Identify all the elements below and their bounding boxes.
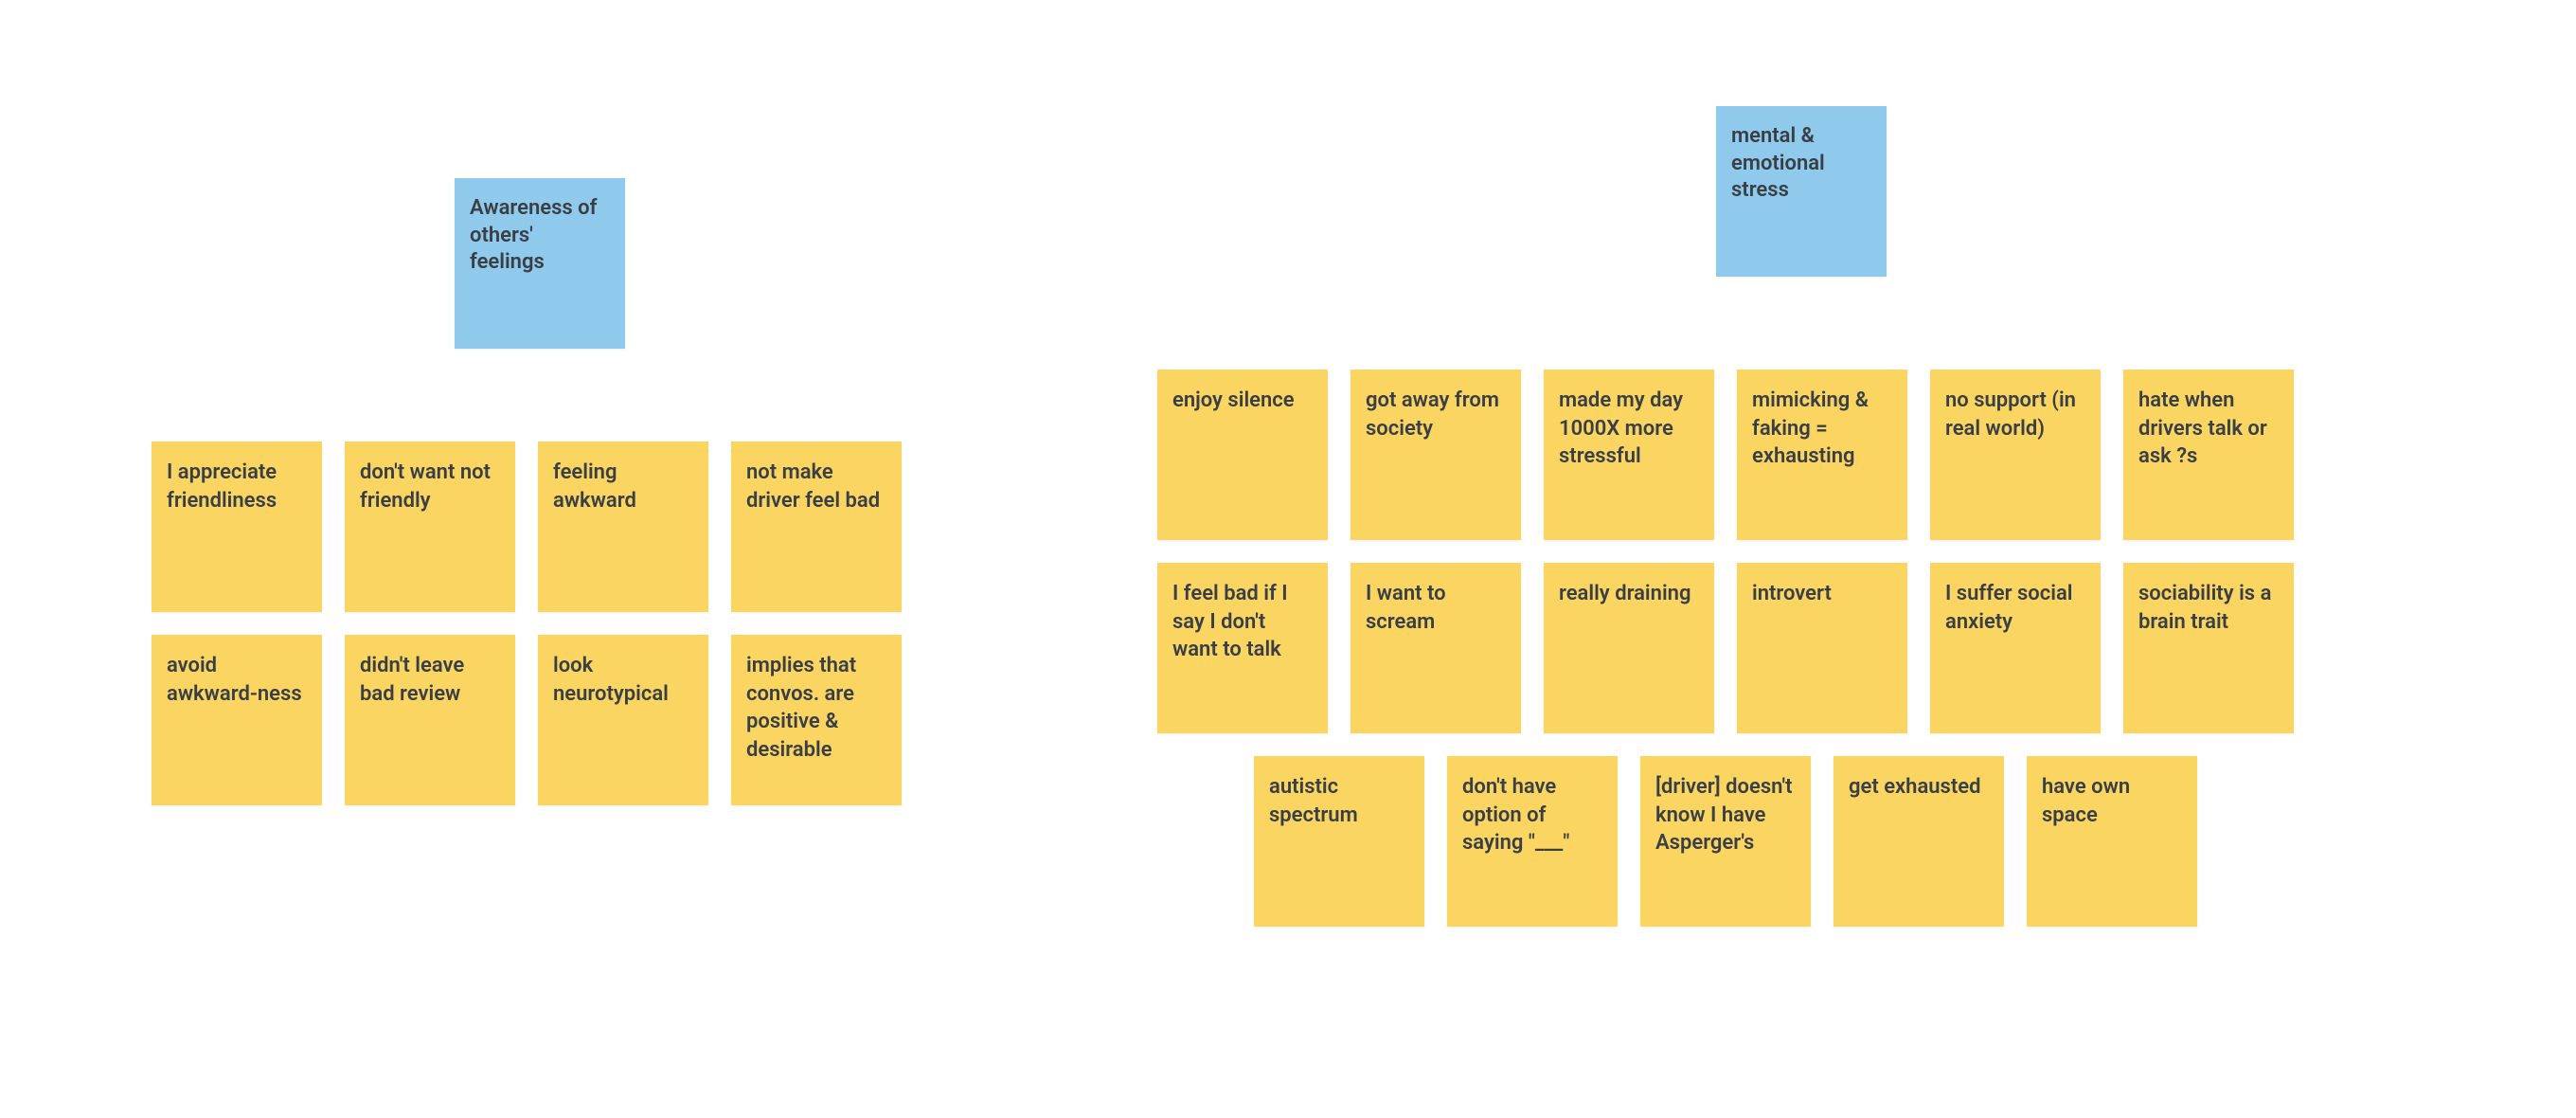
sticky-note[interactable]: no support (in real world) xyxy=(1930,370,2101,540)
sticky-note[interactable]: got away from society xyxy=(1351,370,1521,540)
sticky-note[interactable]: sociability is a brain trait xyxy=(2123,563,2294,733)
cluster-header-stress[interactable]: mental & emotional stress xyxy=(1716,106,1887,277)
cluster-stress-row-3: autistic spectrum don't have option of s… xyxy=(1252,756,2199,927)
sticky-note[interactable]: not make driver feel bad xyxy=(731,442,902,612)
sticky-note[interactable]: don't want not friendly xyxy=(345,442,515,612)
sticky-note[interactable]: avoid awkward-ness xyxy=(152,635,322,805)
sticky-note[interactable]: implies that convos. are positive & desi… xyxy=(731,635,902,805)
cluster-stress-row-1: enjoy silence got away from society made… xyxy=(1157,370,2294,540)
sticky-note[interactable]: introvert xyxy=(1737,563,1907,733)
cluster-stress-row-2: I feel bad if I say I don't want to talk… xyxy=(1157,563,2294,733)
sticky-note[interactable]: mimicking & faking = exhausting xyxy=(1737,370,1907,540)
sticky-note[interactable]: made my day 1000X more stressful xyxy=(1544,370,1714,540)
sticky-note[interactable]: look neurotypical xyxy=(538,635,708,805)
sticky-note[interactable]: enjoy silence xyxy=(1157,370,1328,540)
sticky-note[interactable]: really draining xyxy=(1544,563,1714,733)
cluster-awareness-row-1: I appreciate friendliness don't want not… xyxy=(152,442,902,612)
sticky-note[interactable]: I feel bad if I say I don't want to talk xyxy=(1157,563,1328,733)
sticky-note[interactable]: hate when drivers talk or ask ?s xyxy=(2123,370,2294,540)
sticky-note[interactable]: get exhausted xyxy=(1834,756,2004,927)
cluster-header-awareness[interactable]: Awareness of others' feelings xyxy=(455,178,625,349)
sticky-note[interactable]: have own space xyxy=(2027,756,2197,927)
sticky-note[interactable]: don't have option of saying "___" xyxy=(1447,756,1618,927)
sticky-note[interactable]: [driver] doesn't know I have Asperger's xyxy=(1640,756,1811,927)
sticky-note[interactable]: I suffer social anxiety xyxy=(1930,563,2101,733)
sticky-note[interactable]: I appreciate friendliness xyxy=(152,442,322,612)
sticky-note[interactable]: I want to scream xyxy=(1351,563,1521,733)
cluster-awareness-row-2: avoid awkward-ness didn't leave bad revi… xyxy=(152,635,902,805)
sticky-note[interactable]: autistic spectrum xyxy=(1254,756,1424,927)
sticky-note[interactable]: feeling awkward xyxy=(538,442,708,612)
sticky-note[interactable]: didn't leave bad review xyxy=(345,635,515,805)
